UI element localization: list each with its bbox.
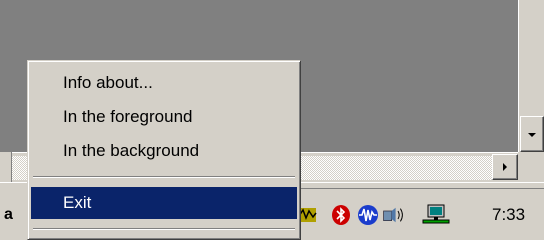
arrow-down-icon (528, 133, 536, 137)
menu-item-info-about[interactable]: Info about... (31, 67, 297, 99)
menu-item-foreground[interactable]: In the foreground (31, 101, 297, 133)
menu-item-exit[interactable]: Exit (31, 187, 297, 219)
scrollbar-corner (518, 152, 544, 182)
audio-wave-icon[interactable] (356, 204, 380, 226)
taskbar-button-fragment[interactable]: a (4, 206, 13, 224)
menu-item-background[interactable]: In the background (31, 135, 297, 167)
menu-separator (33, 228, 295, 230)
network-connection-icon[interactable] (421, 204, 451, 226)
scroll-down-button[interactable] (520, 116, 544, 152)
window-left-edge (0, 152, 12, 182)
tray-clock[interactable]: 7:33 (492, 205, 525, 225)
tray-context-menu: Info about... In the foreground In the b… (27, 60, 301, 240)
menu-separator (33, 176, 295, 178)
bluetooth-icon[interactable] (329, 204, 353, 226)
volume-icon[interactable] (382, 204, 406, 226)
arrow-right-icon (503, 163, 507, 171)
scroll-right-button[interactable] (492, 154, 518, 180)
